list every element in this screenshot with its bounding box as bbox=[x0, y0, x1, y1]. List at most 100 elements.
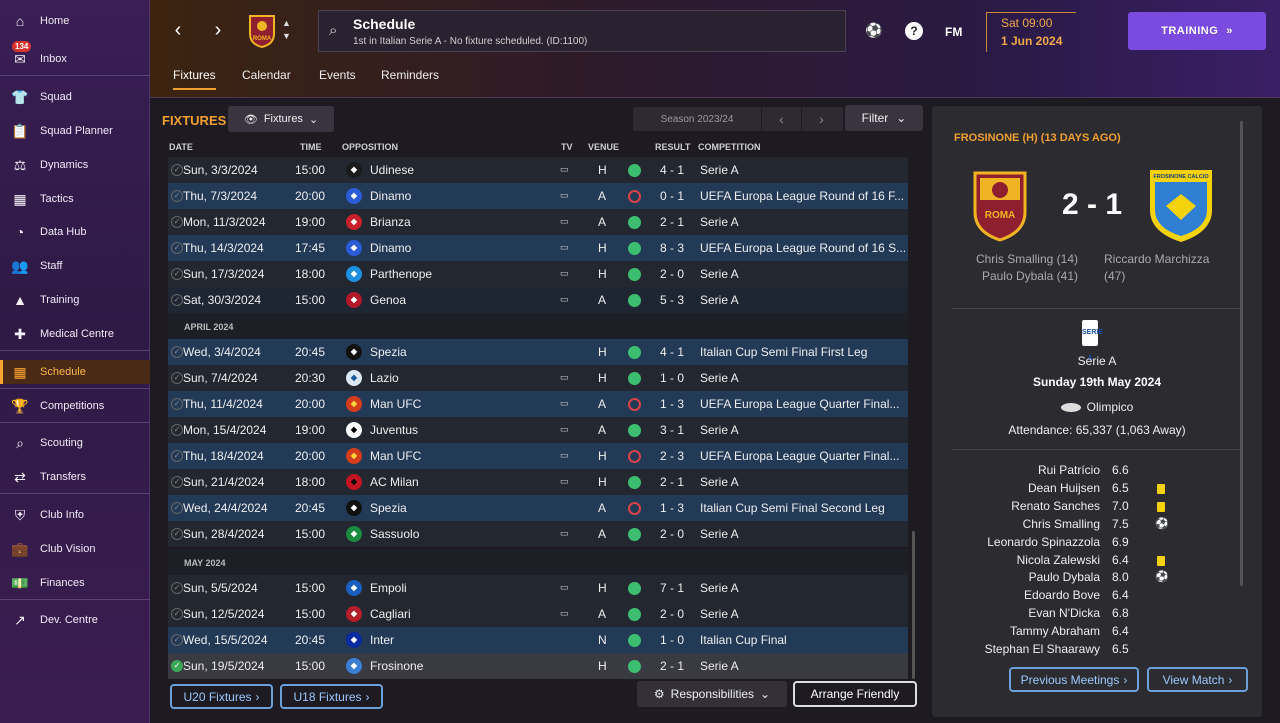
fixture-result[interactable]: 2 - 1 bbox=[660, 659, 684, 673]
fm-menu-button[interactable]: FM bbox=[945, 25, 962, 39]
table-row[interactable]: ✓ Mon, 15/4/2024 19:00 ◆ Juventus ▭ A 3 - 1 Seri… bbox=[168, 417, 908, 443]
player-rating-row[interactable]: Leonardo Spinazzola 6.9 bbox=[932, 535, 1262, 553]
chevron-down-icon[interactable]: ▼ bbox=[282, 31, 291, 41]
player-rating-row[interactable]: Evan N'Dicka 6.8 bbox=[932, 606, 1262, 624]
table-row[interactable]: ✓ Sun, 3/3/2024 15:00 ◆ Udinese ▭ H 4 - 1 Serie … bbox=[168, 157, 908, 183]
fixture-result[interactable]: 8 - 3 bbox=[660, 241, 684, 255]
sidebar-item-data-hub[interactable]: ◔ Data Hub bbox=[0, 220, 150, 244]
sidebar-item-inbox[interactable]: ✉ 134 Inbox bbox=[0, 41, 150, 71]
fixtures-scrollbar[interactable] bbox=[912, 531, 915, 679]
fixture-result[interactable]: 1 - 3 bbox=[660, 501, 684, 515]
fixture-opposition[interactable]: AC Milan bbox=[370, 475, 419, 489]
table-row[interactable]: ✓ Sat, 30/3/2024 15:00 ◆ Genoa ▭ A 5 - 3 Serie A bbox=[168, 287, 908, 313]
sidebar-item-training[interactable]: ▲ Training bbox=[0, 288, 150, 312]
arrange-friendly-button[interactable]: Arrange Friendly bbox=[793, 681, 917, 707]
fixture-opposition[interactable]: Dinamo bbox=[370, 241, 411, 255]
roma-crest-icon[interactable]: ROMA bbox=[972, 170, 1028, 242]
sidebar-item-medical-centre[interactable]: ✚ Medical Centre bbox=[0, 322, 150, 346]
col-opposition[interactable]: OPPOSITION bbox=[342, 142, 398, 152]
fixture-opposition[interactable]: Spezia bbox=[370, 501, 407, 515]
fixture-opposition[interactable]: Empoli bbox=[370, 581, 407, 595]
table-row[interactable]: ✓ Wed, 15/5/2024 20:45 ◆ Inter N 1 - 0 Italian … bbox=[168, 627, 908, 653]
table-row[interactable]: ✓ Wed, 3/4/2024 20:45 ◆ Spezia H 4 - 1 Italian … bbox=[168, 339, 908, 365]
view-match-button[interactable]: View Match › bbox=[1147, 667, 1248, 692]
fixture-result[interactable]: 1 - 3 bbox=[660, 397, 684, 411]
sidebar-item-home[interactable]: ⌂ Home bbox=[0, 9, 150, 33]
table-row[interactable]: ✓ Sun, 7/4/2024 20:30 ◆ Lazio ▭ H 1 - 0 Serie A bbox=[168, 365, 908, 391]
col-tv[interactable]: TV bbox=[561, 142, 573, 152]
prev-season-icon[interactable]: ‹ bbox=[761, 107, 801, 131]
roma-crest-icon[interactable]: ROMA bbox=[248, 14, 276, 48]
sidebar-item-schedule[interactable]: ▦ Schedule bbox=[0, 360, 150, 384]
tab-fixtures[interactable]: Fixtures bbox=[173, 68, 216, 90]
player-rating-row[interactable]: Edoardo Bove 6.4 bbox=[932, 588, 1262, 606]
table-row[interactable]: ✓ Sun, 17/3/2024 18:00 ◆ Parthenope ▭ H 2 - 0 Se… bbox=[168, 261, 908, 287]
fixture-opposition[interactable]: Inter bbox=[370, 633, 394, 647]
forward-arrow-icon[interactable]: › bbox=[206, 18, 230, 42]
fixture-result[interactable]: 2 - 0 bbox=[660, 527, 684, 541]
fixture-result[interactable]: 2 - 0 bbox=[660, 607, 684, 621]
previous-meetings-button[interactable]: Previous Meetings › bbox=[1009, 667, 1139, 692]
sidebar-item-tactics[interactable]: ▦ Tactics bbox=[0, 187, 150, 211]
table-row[interactable]: ✓ Thu, 7/3/2024 20:00 ◆ Dinamo ▭ A 0 - 1 UEFA Eu… bbox=[168, 183, 908, 209]
fixture-result[interactable]: 2 - 0 bbox=[660, 267, 684, 281]
table-row[interactable]: ✓ Thu, 18/4/2024 20:00 ◆ Man UFC ▭ H 2 - 3 UEFA … bbox=[168, 443, 908, 469]
sidebar-item-finances[interactable]: 💵 Finances bbox=[0, 571, 150, 595]
sidebar-item-club-info[interactable]: ⛨ Club Info bbox=[0, 503, 150, 527]
fixture-opposition[interactable]: Genoa bbox=[370, 293, 406, 307]
u18-fixtures-button[interactable]: U18 Fixtures › bbox=[280, 684, 383, 709]
tab-events[interactable]: Events bbox=[319, 68, 356, 82]
panel-scrollbar[interactable] bbox=[1240, 121, 1243, 586]
fixture-opposition[interactable]: Lazio bbox=[370, 371, 399, 385]
fixture-opposition[interactable]: Spezia bbox=[370, 345, 407, 359]
col-venue[interactable]: VENUE bbox=[588, 142, 619, 152]
fixture-result[interactable]: 2 - 1 bbox=[660, 475, 684, 489]
sidebar-item-squad[interactable]: 👕 Squad bbox=[0, 85, 150, 109]
player-rating-row[interactable]: Dean Huijsen 6.5 bbox=[932, 481, 1262, 499]
fixture-result[interactable]: 2 - 1 bbox=[660, 215, 684, 229]
col-time[interactable]: TIME bbox=[300, 142, 322, 152]
help-icon[interactable]: ? bbox=[905, 22, 923, 40]
fixture-opposition[interactable]: Cagliari bbox=[370, 607, 411, 621]
sidebar-item-dynamics[interactable]: ⚖ Dynamics bbox=[0, 153, 150, 177]
player-rating-row[interactable]: Rui Patrício 6.6 bbox=[932, 463, 1262, 481]
table-row[interactable]: ✓ Sun, 21/4/2024 18:00 ◆ AC Milan ▭ H 2 - 1 Seri… bbox=[168, 469, 908, 495]
page-search-bar[interactable]: ⌕ Schedule 1st in Italian Serie A - No f… bbox=[318, 10, 846, 52]
table-row[interactable]: ✓ Thu, 14/3/2024 17:45 ◆ Dinamo ▭ H 8 - 3 UEFA E… bbox=[168, 235, 908, 261]
table-row[interactable]: ✓ Sun, 5/5/2024 15:00 ◆ Empoli ▭ H 7 - 1 Serie A bbox=[168, 575, 908, 601]
sidebar-item-transfers[interactable]: ⇄ Transfers bbox=[0, 465, 150, 489]
fixture-result[interactable]: 5 - 3 bbox=[660, 293, 684, 307]
sidebar-item-club-vision[interactable]: 💼 Club Vision bbox=[0, 537, 150, 561]
fixture-result[interactable]: 4 - 1 bbox=[660, 345, 684, 359]
tab-calendar[interactable]: Calendar bbox=[242, 68, 291, 82]
responsibilities-button[interactable]: ⚙ Responsibilities ⌄ bbox=[637, 681, 787, 707]
fixture-opposition[interactable]: Man UFC bbox=[370, 449, 421, 463]
chevron-up-icon[interactable]: ▲ bbox=[282, 18, 291, 28]
football-icon[interactable]: ⚽ bbox=[865, 22, 882, 39]
table-row[interactable]: ✓ Sun, 28/4/2024 15:00 ◆ Sassuolo ▭ A 2 - 0 Seri… bbox=[168, 521, 908, 547]
fixture-opposition[interactable]: Frosinone bbox=[370, 659, 423, 673]
back-arrow-icon[interactable]: ‹ bbox=[166, 18, 190, 42]
table-row[interactable]: ✓ Mon, 11/3/2024 19:00 ◆ Brianza ▭ A 2 - 1 Serie… bbox=[168, 209, 908, 235]
season-selector[interactable]: Season 2023/24 ‹ › bbox=[633, 107, 843, 131]
player-rating-row[interactable]: Stephan El Shaarawy 6.5 bbox=[932, 642, 1262, 660]
fixture-result[interactable]: 7 - 1 bbox=[660, 581, 684, 595]
sidebar-item-squad-planner[interactable]: 📋 Squad Planner bbox=[0, 119, 150, 143]
fixture-result[interactable]: 4 - 1 bbox=[660, 163, 684, 177]
col-date[interactable]: DATE bbox=[169, 142, 193, 152]
col-result[interactable]: RESULT bbox=[655, 142, 690, 152]
fixture-result[interactable]: 2 - 3 bbox=[660, 449, 684, 463]
fixtures-view-dropdown[interactable]: 👁 Fixtures ⌄ bbox=[228, 106, 334, 132]
fixture-result[interactable]: 0 - 1 bbox=[660, 189, 684, 203]
u20-fixtures-button[interactable]: U20 Fixtures › bbox=[170, 684, 273, 709]
player-rating-row[interactable]: Renato Sanches 7.0 bbox=[932, 499, 1262, 517]
fixture-opposition[interactable]: Juventus bbox=[370, 423, 418, 437]
fixture-result[interactable]: 1 - 0 bbox=[660, 633, 684, 647]
sidebar-item-competitions[interactable]: 🏆 Competitions bbox=[0, 394, 150, 418]
tab-reminders[interactable]: Reminders bbox=[381, 68, 439, 82]
fixture-opposition[interactable]: Udinese bbox=[370, 163, 414, 177]
table-row[interactable]: ✓ Wed, 24/4/2024 20:45 ◆ Spezia A 1 - 3 Italian… bbox=[168, 495, 908, 521]
fixture-opposition[interactable]: Sassuolo bbox=[370, 527, 419, 541]
sidebar-item-scouting[interactable]: ⌕ Scouting bbox=[0, 431, 150, 455]
table-row[interactable]: ✓ Sun, 19/5/2024 15:00 ◆ Frosinone H 2 - 1 Seri… bbox=[168, 653, 908, 679]
